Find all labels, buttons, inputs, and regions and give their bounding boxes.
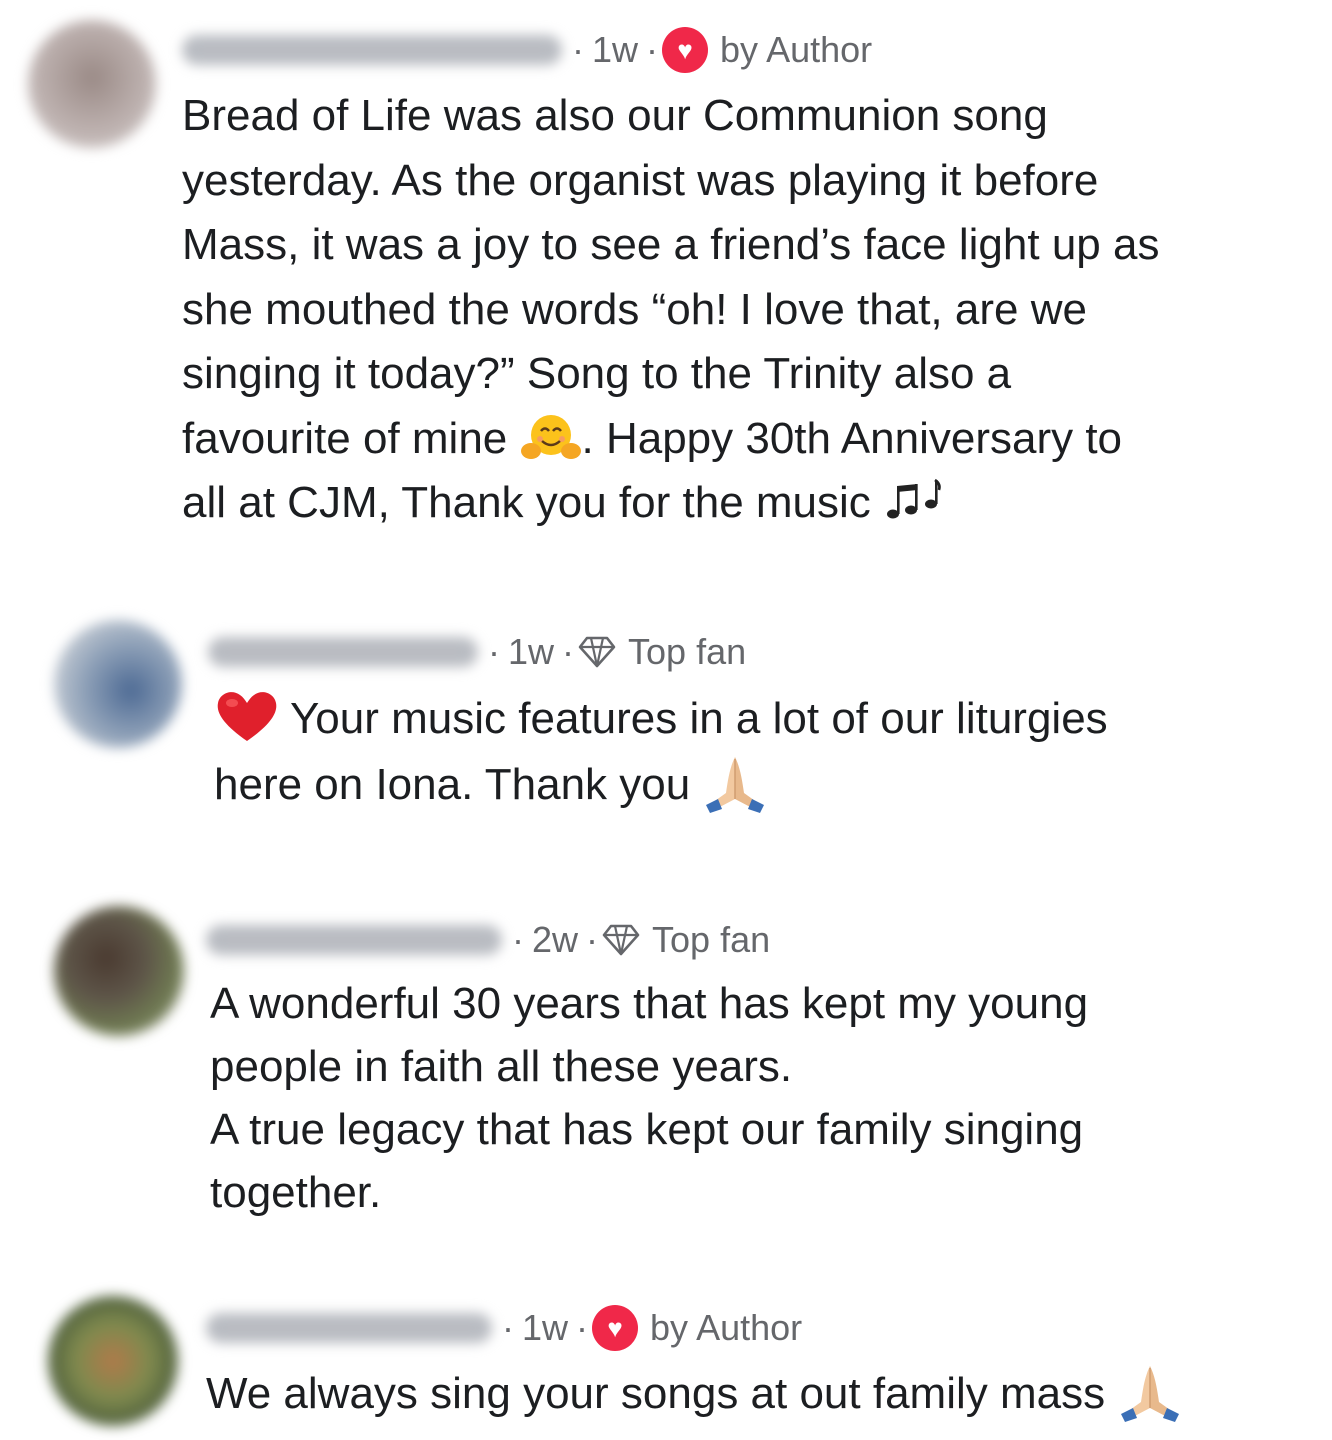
comment-text: Your music features in a lot of our litu… xyxy=(290,694,1108,743)
author-badge-label: by Author xyxy=(720,29,873,70)
comment-time[interactable]: 1w xyxy=(592,29,638,71)
comment-line: yesterday. As the organist was playing i… xyxy=(182,155,1099,205)
separator-dot: · xyxy=(488,631,500,672)
comment-line: all at CJM, Thank you for the music xyxy=(182,471,1159,536)
top-fan-badge-label: Top fan xyxy=(652,919,771,960)
separator-dot: · xyxy=(512,919,524,960)
diamond-icon xyxy=(602,924,640,956)
folded-hands-emoji xyxy=(706,757,765,814)
comment-line: We always sing your songs at out family … xyxy=(206,1362,1183,1427)
folded-hands-emoji xyxy=(1121,1366,1180,1423)
comment-text: all at CJM, Thank you for the music xyxy=(182,478,884,527)
commenter-avatar[interactable] xyxy=(54,906,184,1036)
separator-dot: · xyxy=(562,631,575,672)
musical-notes-emoji xyxy=(887,479,941,519)
comment-body: A wonderful 30 years that has kept my yo… xyxy=(210,972,1088,1224)
comment-line: she mouthed the words “oh! I love that, … xyxy=(182,284,1087,334)
comment-time[interactable]: 2w xyxy=(532,919,578,961)
comment-line: favourite of mine . Happy 30th Anniversa… xyxy=(182,407,1159,472)
diamond-icon xyxy=(578,636,616,668)
commenter-name-blurred[interactable] xyxy=(208,637,478,667)
commenter-name-blurred[interactable] xyxy=(206,1313,492,1343)
separator-dot: · xyxy=(572,29,584,70)
separator-dot: · xyxy=(646,29,659,70)
separator-dot: · xyxy=(502,1307,514,1348)
comment-text: We always sing your songs at out family … xyxy=(206,1369,1118,1418)
comment-body: Your music features in a lot of our litu… xyxy=(214,686,1108,818)
comment-time[interactable]: 1w xyxy=(522,1307,568,1349)
commenter-avatar[interactable] xyxy=(48,1296,178,1426)
comment-line: people in faith all these years. xyxy=(210,1042,793,1091)
comment-body: Bread of Life was also our Communion son… xyxy=(182,84,1159,536)
separator-dot: · xyxy=(586,919,599,960)
red-heart-emoji xyxy=(217,692,277,742)
comment-meta: · 2w · Top fan xyxy=(206,914,770,966)
comment-line: Mass, it was a joy to see a friend’s fac… xyxy=(182,220,1160,269)
comment-line: Bread of Life was also our Communion son… xyxy=(182,91,1048,140)
comment-line: Your music features in a lot of our litu… xyxy=(214,686,1108,752)
comment-body: We always sing your songs at out family … xyxy=(206,1362,1183,1427)
commenter-name-blurred[interactable] xyxy=(206,925,502,955)
separator-dot: · xyxy=(576,1307,589,1348)
comment-meta: · 1w · Top fan xyxy=(208,626,746,678)
top-fan-badge-label: Top fan xyxy=(628,631,747,672)
comment-text: here on Iona. Thank you xyxy=(214,760,703,809)
comment-line: together. xyxy=(210,1168,382,1217)
commenter-avatar[interactable] xyxy=(54,620,182,748)
comment-line: A wonderful 30 years that has kept my yo… xyxy=(210,979,1089,1028)
commenter-name-blurred[interactable] xyxy=(182,35,562,65)
heart-icon: ♥ xyxy=(592,1305,639,1351)
heart-icon: ♥ xyxy=(662,27,709,73)
comment-text: favourite of mine xyxy=(182,413,520,463)
comment-meta: · 1w · ♥ by Author xyxy=(182,24,872,76)
comment-text: . Happy 30th Anniversary to xyxy=(581,413,1123,463)
comment-meta: · 1w · ♥ by Author xyxy=(206,1302,802,1354)
hugging-face-emoji xyxy=(520,414,581,459)
commenter-avatar[interactable] xyxy=(28,20,156,148)
comment-line: singing it today?” Song to the Trinity a… xyxy=(182,349,1012,398)
comment-line: A true legacy that has kept our family s… xyxy=(210,1105,1084,1154)
comment-time[interactable]: 1w xyxy=(508,631,554,673)
author-badge-label: by Author xyxy=(650,1307,803,1348)
comment-line: here on Iona. Thank you xyxy=(214,752,1108,818)
